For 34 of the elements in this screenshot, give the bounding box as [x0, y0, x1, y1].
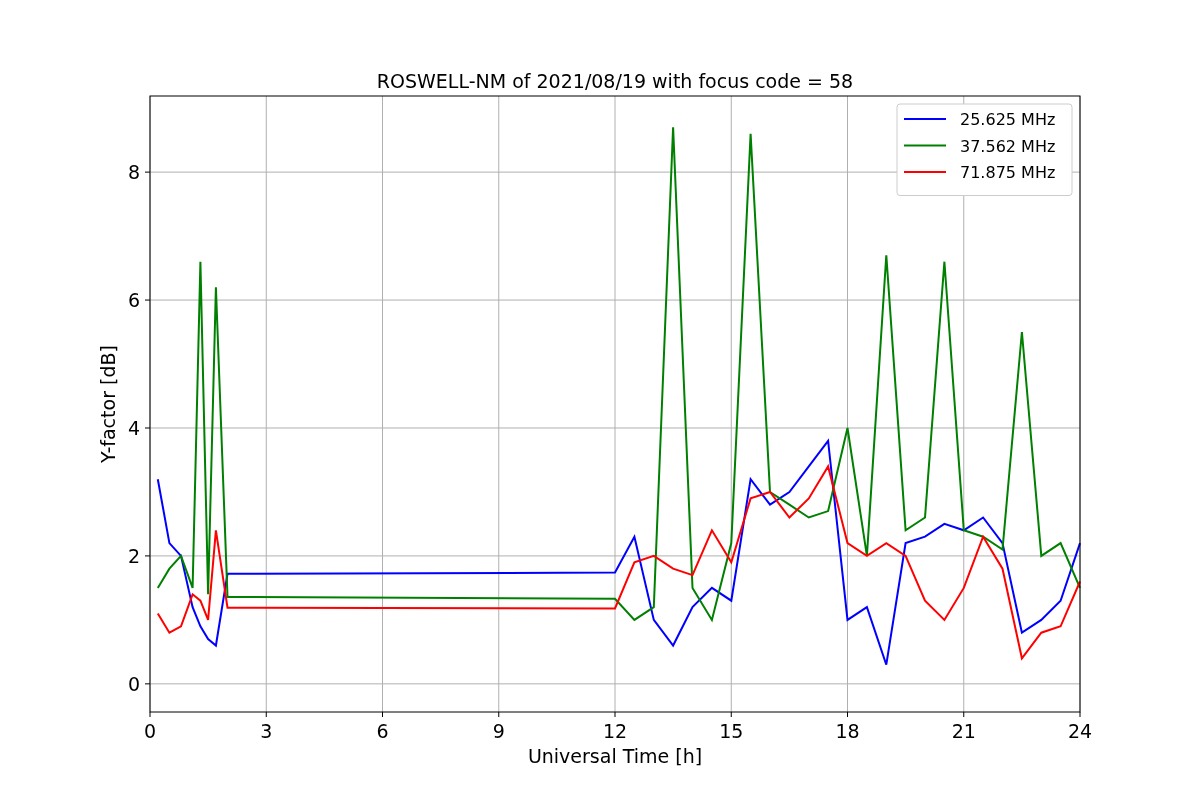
- tick-mark: [382, 711, 383, 718]
- x-tick-label: 12: [602, 720, 628, 742]
- tick-mark: [614, 711, 616, 718]
- tick-mark: [847, 711, 848, 718]
- tick-mark: [730, 711, 732, 718]
- x-tick-label: 3: [260, 720, 273, 742]
- y-tick-label: 8: [127, 161, 140, 184]
- tick-mark: [1079, 711, 1081, 718]
- tick-mark: [144, 683, 151, 685]
- x-tick-label: 18: [835, 720, 860, 742]
- y-tick-label: 6: [127, 289, 140, 312]
- y-tick-label: 4: [127, 417, 140, 439]
- tick-mark: [144, 427, 151, 429]
- x-tick-label: 0: [143, 720, 157, 742]
- tick-mark: [963, 711, 965, 718]
- tick-mark: [149, 711, 151, 718]
- tick-mark: [498, 711, 500, 718]
- x-tick-label: 9: [492, 720, 505, 742]
- chart-title: ROSWELL-NM of 2021/08/19 with focus code = 58: [376, 70, 854, 92]
- x-axis-label: Universal Time [h]: [527, 745, 703, 767]
- legend-label: 37.562 MHz: [960, 136, 1056, 156]
- tick-mark: [265, 711, 267, 718]
- x-tick-label: 24: [1067, 720, 1093, 742]
- x-tick-label: 21: [951, 720, 976, 742]
- tick-mark: [144, 299, 151, 301]
- x-tick-label: 15: [719, 720, 744, 742]
- tick-mark: [144, 171, 151, 173]
- y-tick-label: 0: [127, 672, 140, 695]
- tick-mark: [144, 555, 151, 557]
- x-tick-label: 6: [376, 720, 389, 742]
- legend-label: 71.875 MHz: [960, 163, 1056, 182]
- legend-label: 25.625 MHz: [960, 110, 1056, 129]
- y-axis-label: Y-factor [dB]: [97, 345, 119, 463]
- y-tick-label: 2: [127, 544, 140, 567]
